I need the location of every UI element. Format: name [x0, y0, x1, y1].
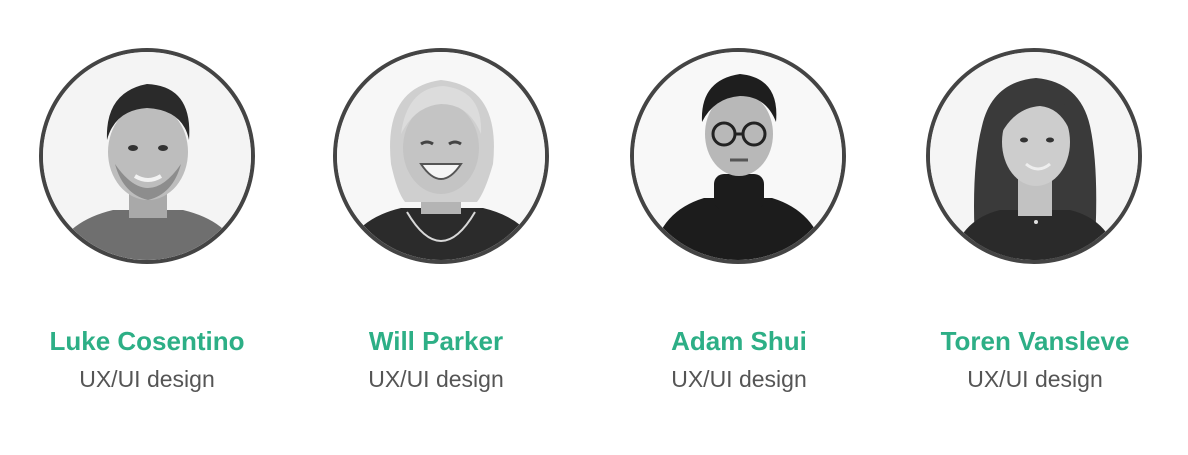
- team-member-card: Toren Vansleve UX/UI design: [905, 0, 1165, 455]
- team-section: Luke Cosentino UX/UI design Will Parker …: [0, 0, 1188, 455]
- avatar: [630, 48, 846, 264]
- team-member-card: Will Parker UX/UI design: [306, 0, 566, 455]
- team-member-card: Luke Cosentino UX/UI design: [17, 0, 277, 455]
- portrait-photo: [337, 52, 545, 260]
- portrait-photo: [930, 52, 1138, 260]
- portrait-photo: [43, 52, 251, 260]
- avatar: [39, 48, 255, 264]
- member-role: UX/UI design: [79, 366, 215, 392]
- member-role: UX/UI design: [967, 366, 1103, 392]
- member-name: Will Parker: [368, 326, 504, 356]
- avatar: [926, 48, 1142, 264]
- portrait-photo: [634, 52, 842, 260]
- member-name: Toren Vansleve: [940, 326, 1130, 356]
- team-member-card: Adam Shui UX/UI design: [609, 0, 869, 455]
- member-role: UX/UI design: [368, 366, 504, 392]
- avatar: [333, 48, 549, 264]
- member-name: Adam Shui: [671, 326, 807, 356]
- member-name: Luke Cosentino: [49, 326, 245, 356]
- member-role: UX/UI design: [671, 366, 807, 392]
